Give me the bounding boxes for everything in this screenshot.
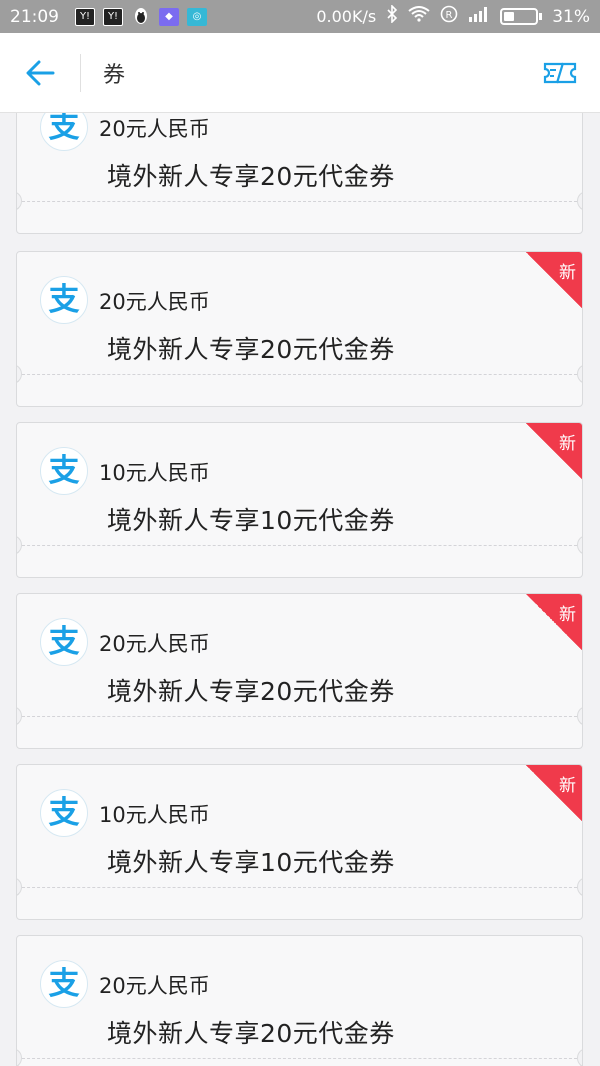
arrow-left-icon — [26, 60, 55, 85]
coupon-name: 境外新人专享20元代金券 — [107, 677, 395, 706]
clock-app-icon: ◎ — [187, 7, 207, 26]
coupon-name: 境外新人专享10元代金券 — [107, 848, 395, 877]
coupon-name: 境外新人专享20元代金券 — [107, 335, 395, 364]
coupon-footer — [17, 887, 582, 919]
app-notification-icon: ◆ — [159, 7, 179, 26]
coupon-card[interactable]: 支 20元人民币 境外新人专享20元代金券 — [16, 935, 583, 1066]
coupon-footer — [17, 374, 582, 406]
battery-cap — [539, 13, 543, 20]
header-divider — [80, 53, 81, 92]
coupon-ticket-icon — [543, 62, 577, 83]
clock: 21:09 — [10, 6, 59, 27]
alipay-logo-icon: 支 — [40, 618, 88, 666]
new-badge: 新 — [526, 423, 582, 479]
page-title: 券 — [103, 62, 126, 88]
wifi-icon — [408, 6, 430, 27]
coupon-name: 境外新人专享20元代金券 — [107, 162, 395, 191]
alipay-logo-icon: 支 — [40, 789, 88, 837]
coupon-footer — [17, 716, 582, 748]
coupon-footer — [17, 1058, 582, 1066]
app-header: 券 — [0, 33, 600, 113]
coupon-button[interactable] — [520, 33, 600, 113]
alipay-logo-icon: 支 — [40, 113, 88, 151]
bluetooth-icon — [386, 4, 398, 28]
coupon-card[interactable]: 支 20元人民币 境外新人专享20元代金券 — [16, 113, 583, 234]
coupon-amount: 10元人民币 — [99, 461, 210, 485]
coupon-card[interactable]: 支 10元人民币 境外新人专享10元代金券 新 — [16, 422, 583, 578]
coupon-footer — [17, 201, 582, 233]
coupon-card[interactable]: 支 20元人民币 境外新人专享20元代金券 新 — [16, 251, 583, 407]
alipay-logo-icon: 支 — [40, 447, 88, 495]
new-badge: 新 — [526, 252, 582, 308]
signal-icon — [468, 6, 490, 27]
coupon-amount: 20元人民币 — [99, 974, 210, 998]
coupon-footer — [17, 545, 582, 577]
coupon-list: 支 20元人民币 境外新人专享20元代金券 支 20元人民币 境外新人专享20元… — [0, 113, 600, 1066]
coupon-name: 境外新人专享10元代金券 — [107, 506, 395, 535]
coupon-card[interactable]: 支 10元人民币 境外新人专享10元代金券 新 — [16, 764, 583, 920]
qq-penguin-icon — [131, 7, 151, 26]
coupon-amount: 10元人民币 — [99, 803, 210, 827]
registered-icon: R — [440, 5, 458, 28]
net-speed: 0.00K/s — [316, 7, 377, 26]
svg-text:R: R — [446, 10, 453, 21]
back-button[interactable] — [0, 33, 80, 113]
coupon-amount: 20元人民币 — [99, 632, 210, 656]
new-badge: 新 — [526, 765, 582, 821]
battery-percent: 31% — [552, 6, 590, 27]
coupon-amount: 20元人民币 — [99, 290, 210, 314]
yidian-app-icon: Y! — [103, 7, 123, 26]
coupon-amount: 20元人民币 — [99, 117, 210, 141]
alipay-logo-icon: 支 — [40, 960, 88, 1008]
alipay-logo-icon: 支 — [40, 276, 88, 324]
yidian-app-icon: Y! — [75, 7, 95, 26]
battery-icon — [500, 8, 539, 25]
status-bar: 21:09 Y! Y! ◆ ◎ 0.00K/s R 31% — [0, 0, 600, 33]
coupon-name: 境外新人专享20元代金券 — [107, 1019, 395, 1048]
new-badge: 新 — [526, 594, 582, 650]
coupon-card[interactable]: 支 20元人民币 境外新人专享20元代金券 新 — [16, 593, 583, 749]
